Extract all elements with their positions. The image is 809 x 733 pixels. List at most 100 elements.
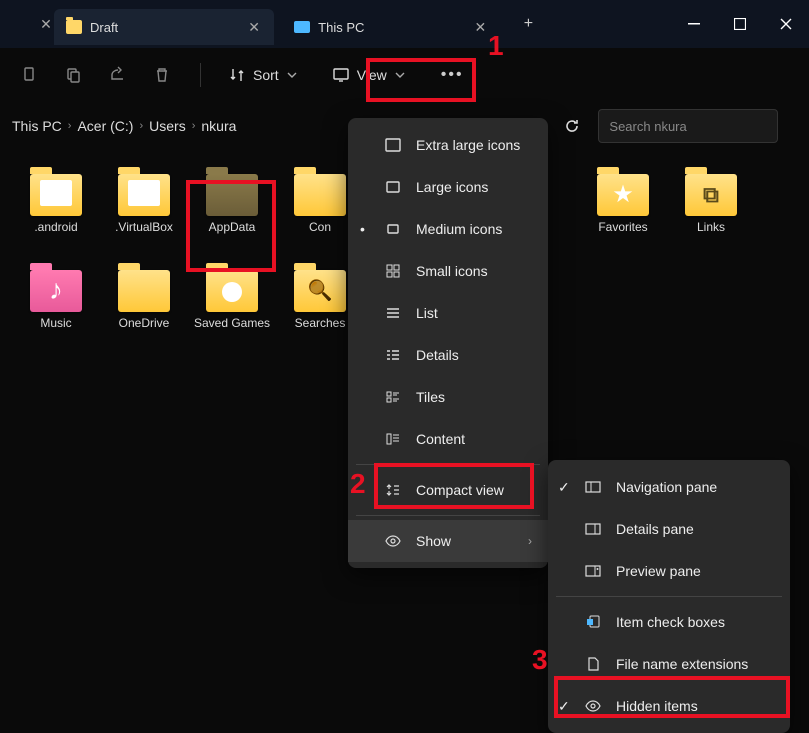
menu-label: Show xyxy=(416,533,451,549)
menu-label: Item check boxes xyxy=(616,614,725,630)
menu-tiles[interactable]: Tiles xyxy=(348,376,548,418)
folder-icon xyxy=(206,174,258,216)
breadcrumb-item[interactable]: nkura xyxy=(201,118,236,134)
chevron-right-icon: › xyxy=(68,120,72,132)
grid-icon xyxy=(384,264,402,278)
breadcrumb-item[interactable]: Users xyxy=(149,118,186,134)
menu-hidden-items[interactable]: ✓ Hidden items xyxy=(548,685,790,727)
menu-medium-icons[interactable]: Medium icons xyxy=(348,208,548,250)
show-submenu: ✓ Navigation pane Details pane Preview p… xyxy=(548,460,790,733)
folder-icon xyxy=(206,270,258,312)
toolbar: Sort View ••• xyxy=(0,48,809,102)
menu-label: File name extensions xyxy=(616,656,748,672)
rect-icon xyxy=(384,181,402,193)
menu-small-icons[interactable]: Small icons xyxy=(348,250,548,292)
folder-label: AppData xyxy=(209,220,256,234)
folder-icon xyxy=(30,174,82,216)
folder-saved-games[interactable]: Saved Games xyxy=(188,266,276,358)
tab-label: This PC xyxy=(318,20,364,35)
menu-label: Details pane xyxy=(616,521,694,537)
delete-icon[interactable] xyxy=(152,65,172,85)
search-placeholder: Search nkura xyxy=(609,119,686,134)
divider xyxy=(556,596,782,597)
maximize-button[interactable] xyxy=(717,0,763,48)
close-icon[interactable]: ✕ xyxy=(472,19,488,35)
preview-pane-icon xyxy=(584,565,602,577)
folder-label: Links xyxy=(697,220,725,234)
view-icon xyxy=(333,68,349,82)
folder-links[interactable]: Links xyxy=(667,170,755,262)
rect-icon xyxy=(384,224,402,234)
divider xyxy=(200,63,201,87)
copy-icon[interactable] xyxy=(64,65,84,85)
eye-icon xyxy=(584,700,602,712)
folder-icon xyxy=(118,174,170,216)
nav-pane-icon xyxy=(584,481,602,493)
folder-icon xyxy=(66,20,82,34)
folder-virtualbox[interactable]: .VirtualBox xyxy=(100,170,188,262)
view-label: View xyxy=(357,67,387,83)
folder-favorites[interactable]: Favorites xyxy=(579,170,667,262)
close-icon[interactable]: ✕ xyxy=(246,19,262,35)
share-icon[interactable] xyxy=(108,65,128,85)
chevron-right-icon: › xyxy=(192,120,196,132)
menu-details[interactable]: Details xyxy=(348,334,548,376)
content-icon xyxy=(384,433,402,445)
search-input[interactable]: Search nkura xyxy=(598,109,778,143)
close-button[interactable] xyxy=(763,0,809,48)
chevron-down-icon xyxy=(287,72,297,78)
menu-preview-pane[interactable]: Preview pane xyxy=(548,550,790,592)
folder-onedrive[interactable]: OneDrive xyxy=(100,266,188,358)
minimize-button[interactable] xyxy=(671,0,717,48)
menu-show[interactable]: Show › xyxy=(348,520,548,562)
new-tab-button[interactable]: + xyxy=(512,8,544,40)
menu-list[interactable]: List xyxy=(348,292,548,334)
menu-content[interactable]: Content xyxy=(348,418,548,460)
menu-label: Content xyxy=(416,431,465,447)
breadcrumb[interactable]: This PC › Acer (C:) › Users › nkura xyxy=(12,118,236,134)
breadcrumb-item[interactable]: Acer (C:) xyxy=(77,118,133,134)
menu-item-checkboxes[interactable]: Item check boxes xyxy=(548,601,790,643)
menu-file-extensions[interactable]: File name extensions xyxy=(548,643,790,685)
menu-label: Tiles xyxy=(416,389,445,405)
sort-button[interactable]: Sort xyxy=(229,67,297,83)
cut-icon[interactable] xyxy=(20,65,40,85)
chevron-right-icon: › xyxy=(528,534,532,548)
breadcrumb-item[interactable]: This PC xyxy=(12,118,62,134)
folder-icon xyxy=(294,174,346,216)
folder-label: Music xyxy=(40,316,71,330)
tab-label: Draft xyxy=(90,20,118,35)
menu-label: Small icons xyxy=(416,263,488,279)
menu-label: Extra large icons xyxy=(416,137,520,153)
folder-icon xyxy=(30,270,82,312)
tab-draft[interactable]: Draft ✕ xyxy=(54,9,274,45)
menu-compact-view[interactable]: Compact view xyxy=(348,469,548,511)
folder-label: Favorites xyxy=(598,220,647,234)
menu-details-pane[interactable]: Details pane xyxy=(548,508,790,550)
divider xyxy=(356,515,540,516)
refresh-button[interactable] xyxy=(554,108,590,144)
more-button[interactable]: ••• xyxy=(441,66,464,84)
window-controls xyxy=(671,0,809,48)
menu-label: Hidden items xyxy=(616,698,698,714)
folder-music[interactable]: Music xyxy=(12,266,100,358)
folder-android[interactable]: .android xyxy=(12,170,100,262)
folder-label: Con xyxy=(309,220,331,234)
menu-label: Compact view xyxy=(416,482,504,498)
tab-this-pc[interactable]: This PC ✕ xyxy=(282,9,500,45)
folder-icon xyxy=(118,270,170,312)
details-pane-icon xyxy=(584,523,602,535)
menu-navigation-pane[interactable]: ✓ Navigation pane xyxy=(548,466,790,508)
view-menu: Extra large icons Large icons Medium ico… xyxy=(348,118,548,568)
eye-icon xyxy=(384,535,402,547)
view-button[interactable]: View xyxy=(321,61,417,89)
menu-label: Details xyxy=(416,347,459,363)
menu-large-icons[interactable]: Large icons xyxy=(348,166,548,208)
menu-extra-large-icons[interactable]: Extra large icons xyxy=(348,124,548,166)
list-icon xyxy=(384,307,402,319)
menu-label: Navigation pane xyxy=(616,479,717,495)
compact-icon xyxy=(384,484,402,496)
rect-icon xyxy=(384,138,402,152)
tab-close-left[interactable]: ✕ xyxy=(38,16,54,32)
folder-appdata[interactable]: AppData xyxy=(188,170,276,262)
